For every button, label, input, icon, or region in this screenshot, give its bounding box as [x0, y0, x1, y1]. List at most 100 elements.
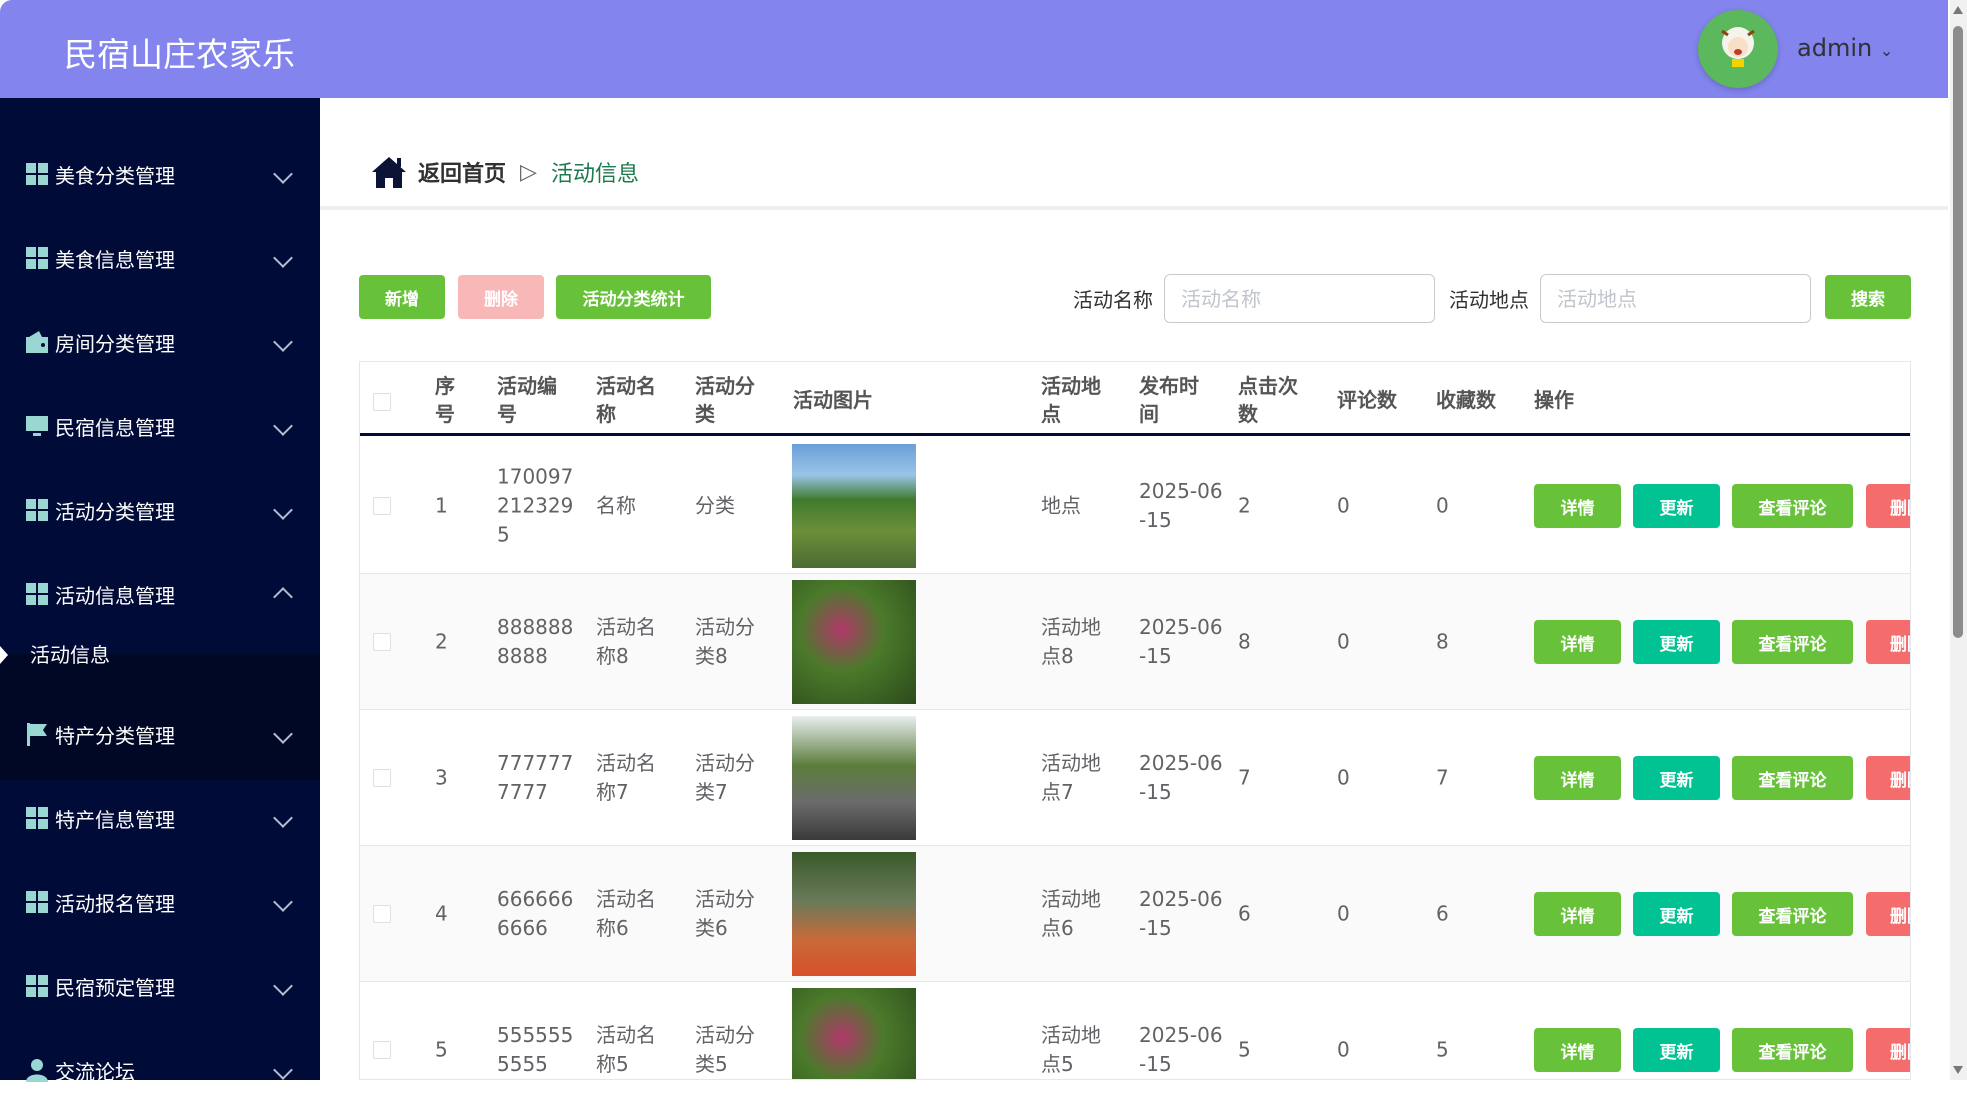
comment-count: 0 [1337, 765, 1350, 789]
row-checkbox[interactable] [373, 769, 391, 787]
delete-button[interactable]: 删除 [458, 275, 544, 319]
row-delete-button[interactable]: 删除 [1866, 1028, 1910, 1072]
column-header: 活动名 称 [596, 374, 656, 426]
update-button[interactable]: 更新 [1633, 484, 1720, 528]
sidebar-item[interactable]: 美食信息管理 [0, 216, 320, 300]
detail-button[interactable]: 详情 [1534, 484, 1621, 528]
row-index: 5 [435, 1037, 448, 1061]
activity-category: 活动分 类8 [695, 614, 755, 668]
column-header: 活动编 号 [497, 374, 557, 426]
chevron-down-icon [273, 416, 293, 436]
activity-code: 888888 8888 [497, 614, 574, 668]
search-button[interactable]: 搜索 [1825, 275, 1911, 319]
select-all-checkbox[interactable] [373, 393, 391, 411]
sidebar-item-label: 房间分类管理 [55, 331, 175, 356]
sidebar-item-label: 活动信息管理 [55, 583, 175, 608]
update-button[interactable]: 更新 [1633, 620, 1720, 664]
activity-name: 活动名 称8 [596, 614, 656, 668]
sidebar-item-label: 民宿信息管理 [55, 415, 175, 440]
sidebar-item[interactable]: 美食分类管理 [0, 132, 320, 216]
place-search-input[interactable] [1540, 274, 1811, 323]
name-search-input[interactable] [1164, 274, 1435, 323]
row-delete-button[interactable]: 删除 [1866, 620, 1910, 664]
table-row: 5 555555 5555 活动名 称5 活动分 类5 活动地 点5 2025-06 -1… [360, 982, 1910, 1079]
detail-button[interactable]: 详情 [1534, 620, 1621, 664]
category-stats-button[interactable]: 活动分类统计 [556, 275, 711, 319]
grid-icon [25, 582, 49, 606]
sidebar-item[interactable]: 特产信息管理 [0, 776, 320, 860]
row-index: 1 [435, 493, 448, 517]
activity-category: 活动分 类6 [695, 886, 755, 940]
table-row: 4 666666 6666 活动名 称6 活动分 类6 活动地 点6 2025-06 -1… [360, 846, 1910, 982]
detail-button[interactable]: 详情 [1534, 892, 1621, 936]
breadcrumb-home[interactable]: 返回首页 [418, 156, 506, 188]
grid-icon [25, 890, 49, 914]
view-comments-button[interactable]: 查看评论 [1732, 1028, 1853, 1072]
breadcrumb-current: 活动信息 [550, 162, 639, 187]
scrollbar[interactable] [1950, 0, 1967, 1080]
sidebar-item-label: 美食分类管理 [55, 163, 175, 188]
publish-time: 2025-06 -15 [1139, 478, 1223, 532]
publish-time: 2025-06 -15 [1139, 886, 1223, 940]
update-button[interactable]: 更新 [1633, 1028, 1720, 1072]
sidebar-item[interactable]: 活动分类管理 [0, 468, 320, 552]
column-header: 评论数 [1337, 388, 1397, 412]
sidebar-item[interactable]: 活动信息管理 [0, 552, 320, 636]
row-delete-button[interactable]: 删除 [1866, 484, 1910, 528]
table-header: 序 号 活动编 号活动名 称活动分 类 活动图片 活动地 点发布时 间点击次 数 评论数… [360, 362, 1910, 436]
view-comments-button[interactable]: 查看评论 [1732, 756, 1853, 800]
activity-image [792, 444, 916, 568]
home-icon[interactable] [370, 155, 408, 189]
chevron-down-icon [273, 500, 293, 520]
update-button[interactable]: 更新 [1633, 892, 1720, 936]
detail-button[interactable]: 详情 [1534, 756, 1621, 800]
activity-category: 分类 [695, 493, 735, 517]
scroll-down-icon[interactable] [1953, 1066, 1963, 1074]
column-header: 点击次 数 [1238, 374, 1298, 426]
activity-code: 555555 5555 [497, 1022, 574, 1076]
sidebar-item-label: 活动报名管理 [55, 891, 175, 916]
click-count: 5 [1238, 1037, 1251, 1061]
sidebar-item[interactable]: 房间分类管理 [0, 300, 320, 384]
detail-button[interactable]: 详情 [1534, 1028, 1621, 1072]
view-comments-button[interactable]: 查看评论 [1732, 620, 1853, 664]
row-checkbox[interactable] [373, 633, 391, 651]
sidebar-item[interactable]: 活动报名管理 [0, 860, 320, 944]
sidebar-item[interactable]: 民宿预定管理 [0, 944, 320, 1028]
activity-image [792, 852, 916, 976]
row-checkbox[interactable] [373, 497, 391, 515]
sidebar-item-label: 交流论坛 [55, 1059, 135, 1084]
row-checkbox[interactable] [373, 905, 391, 923]
activity-image [792, 988, 916, 1079]
row-delete-button[interactable]: 删除 [1866, 892, 1910, 936]
view-comments-button[interactable]: 查看评论 [1732, 484, 1853, 528]
sidebar-subitem-activity-info[interactable]: 活动信息 [0, 632, 320, 678]
row-delete-button[interactable]: 删除 [1866, 756, 1910, 800]
activity-code: 666666 6666 [497, 886, 574, 940]
user-menu[interactable]: admin ⌄ [1797, 34, 1893, 62]
grid-icon [25, 974, 49, 998]
row-checkbox[interactable] [373, 1041, 391, 1059]
scroll-up-icon[interactable] [1953, 6, 1963, 14]
activity-name: 活动名 称7 [596, 750, 656, 804]
add-button[interactable]: 新增 [359, 275, 445, 319]
activity-category: 活动分 类7 [695, 750, 755, 804]
publish-time: 2025-06 -15 [1139, 750, 1223, 804]
breadcrumb: 返回首页 ▷ 活动信息 [370, 155, 639, 189]
sidebar-item[interactable]: 民宿信息管理 [0, 384, 320, 468]
scrollbar-thumb[interactable] [1953, 26, 1963, 638]
view-comments-button[interactable]: 查看评论 [1732, 892, 1853, 936]
table-row: 2 888888 8888 活动名 称8 活动分 类8 活动地 点8 2025-06 -1… [360, 574, 1910, 710]
table-row: 3 777777 7777 活动名 称7 活动分 类7 活动地 点7 2025-06 -1… [360, 710, 1910, 846]
sidebar-item[interactable]: 交流论坛 [0, 1028, 320, 1112]
activity-code: 777777 7777 [497, 750, 574, 804]
update-button[interactable]: 更新 [1633, 756, 1720, 800]
sidebar-item[interactable]: 特产分类管理 [0, 692, 320, 776]
top-header: 民宿山庄农家乐 admin ⌄ [0, 0, 1948, 98]
chevron-up-icon [273, 587, 293, 607]
chevron-down-icon [273, 724, 293, 744]
avatar[interactable] [1698, 10, 1778, 88]
activity-code: 170097 212329 5 [497, 464, 574, 546]
activity-name: 活动名 称6 [596, 886, 656, 940]
activity-place: 活动地 点6 [1041, 886, 1101, 940]
